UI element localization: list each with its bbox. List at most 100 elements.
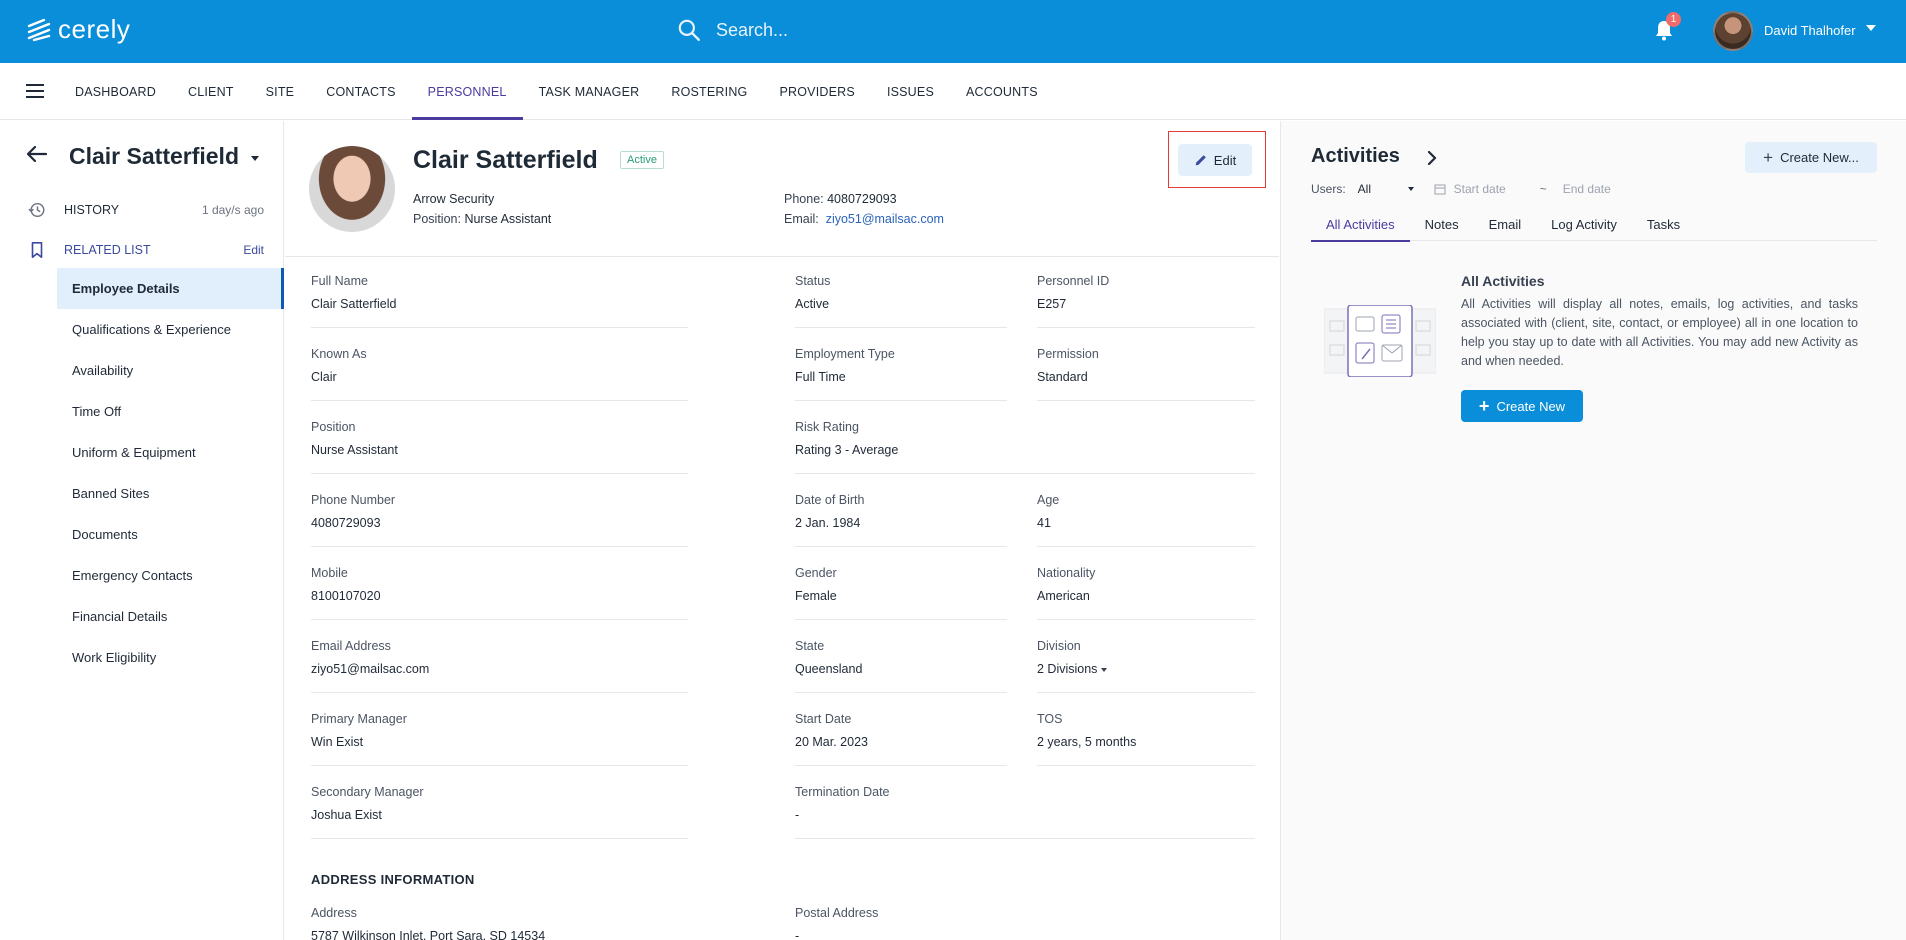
history-age: 1 day/s ago: [201, 203, 264, 217]
notification-count-badge: 1: [1666, 12, 1681, 27]
nav-site[interactable]: SITE: [250, 63, 311, 120]
calendar-icon: [1434, 184, 1446, 195]
field-label: Address: [311, 906, 357, 920]
sidebar-item-employee-details[interactable]: Employee Details: [57, 268, 284, 309]
field-value: 2 years, 5 months: [1037, 735, 1137, 749]
tab-email[interactable]: Email: [1474, 207, 1537, 241]
nav-issues[interactable]: ISSUES: [871, 63, 950, 120]
field-value: Rating 3 - Average: [795, 443, 899, 457]
create-new-button[interactable]: + Create New: [1461, 390, 1583, 422]
field-label: TOS: [1037, 712, 1063, 726]
field-label: Gender: [795, 566, 837, 580]
division-dropdown[interactable]: 2 Divisions: [1037, 662, 1255, 678]
field-value: -: [795, 929, 800, 940]
create-new-activity-label: Create New...: [1780, 150, 1859, 165]
address-section-heading: ADDRESS INFORMATION: [311, 872, 475, 887]
field-value: Clair: [311, 370, 337, 384]
field-full-name: Full Name Clair Satterfield: [311, 274, 688, 328]
history-icon: [28, 202, 45, 218]
field-value: 20 Mar. 2023: [795, 735, 868, 749]
field-postal-address: Postal Address -: [795, 906, 1255, 940]
email-label: Email:: [784, 212, 819, 226]
history-row[interactable]: HISTORY 1 day/s ago: [28, 201, 264, 219]
sidebar-item-work-eligibility[interactable]: Work Eligibility: [57, 637, 284, 678]
email-address-link[interactable]: ziyo51@mailsac.com: [311, 662, 688, 678]
nav-accounts[interactable]: ACCOUNTS: [950, 63, 1054, 120]
nav-task-manager[interactable]: TASK MANAGER: [523, 63, 656, 120]
field-label: Primary Manager: [311, 712, 407, 726]
field-value: 2 Jan. 1984: [795, 516, 861, 530]
field-value: Queensland: [795, 662, 863, 676]
field-gender: Gender Female: [795, 566, 1007, 620]
record-switch-caret-icon[interactable]: [251, 156, 259, 161]
field-personnel-id: Personnel ID E257: [1037, 274, 1255, 328]
edit-button-label: Edit: [1213, 152, 1237, 168]
users-filter-caret-icon[interactable]: [1407, 187, 1414, 191]
field-label: Start Date: [795, 712, 852, 726]
cerely-logo[interactable]: cerely: [26, 14, 130, 45]
tab-all-activities[interactable]: All Activities: [1311, 207, 1410, 242]
sidebar-item-banned-sites[interactable]: Banned Sites: [57, 473, 284, 514]
header-divider: [285, 256, 1279, 257]
user-name[interactable]: David Thalhofer: [1764, 23, 1856, 38]
nav-providers[interactable]: PROVIDERS: [764, 63, 871, 120]
field-value: Clair Satterfield: [311, 297, 397, 311]
hamburger-menu-icon[interactable]: [26, 84, 44, 98]
field-start-date: Start Date 20 Mar. 2023: [795, 712, 1007, 766]
create-new-activity-button[interactable]: + Create New...: [1745, 142, 1877, 173]
users-filter-select[interactable]: All: [1358, 182, 1408, 196]
global-search[interactable]: Search...: [676, 17, 788, 43]
related-list-edit-link[interactable]: Edit: [243, 243, 264, 257]
field-label: Personnel ID: [1037, 274, 1110, 288]
field-address: Address 5787 Wilkinson Inlet, Port Sara,…: [311, 906, 688, 940]
field-value: 8100107020: [311, 589, 381, 603]
start-date-input[interactable]: Start date: [1454, 182, 1506, 196]
sidebar-item-financial-details[interactable]: Financial Details: [57, 596, 284, 637]
end-date-input[interactable]: End date: [1563, 182, 1611, 196]
field-primary-manager: Primary Manager Win Exist: [311, 712, 688, 766]
user-avatar[interactable]: [1713, 11, 1753, 51]
user-menu-caret-icon[interactable]: [1866, 25, 1876, 31]
sidebar-item-qualifications[interactable]: Qualifications & Experience: [57, 309, 284, 350]
field-email-address: Email Address ziyo51@mailsac.com: [311, 639, 688, 693]
field-termination-date: Termination Date -: [795, 785, 1255, 839]
sidebar-item-uniform[interactable]: Uniform & Equipment: [57, 432, 284, 473]
field-label: Division: [1037, 639, 1081, 653]
edit-highlight-box: Edit: [1168, 131, 1266, 188]
field-label: Postal Address: [795, 906, 879, 920]
field-value: Joshua Exist: [311, 808, 382, 822]
tab-tasks[interactable]: Tasks: [1632, 207, 1695, 241]
nav-dashboard[interactable]: DASHBOARD: [59, 63, 172, 120]
field-secondary-manager: Secondary Manager Joshua Exist: [311, 785, 688, 839]
chevron-right-icon[interactable]: [1427, 151, 1437, 165]
nav-personnel[interactable]: PERSONNEL: [411, 63, 523, 120]
plus-icon: +: [1763, 147, 1774, 167]
logo-icon: [27, 18, 51, 41]
profile-email: Email: ziyo51@mailsac.com: [784, 212, 944, 226]
field-age: Age 41: [1037, 493, 1255, 547]
email-link[interactable]: ziyo51@mailsac.com: [826, 212, 944, 226]
field-value: -: [795, 808, 800, 822]
back-arrow-icon[interactable]: [26, 145, 48, 163]
field-division: Division 2 Divisions: [1037, 639, 1255, 693]
edit-button[interactable]: Edit: [1178, 144, 1252, 176]
nav-contacts[interactable]: CONTACTS: [310, 63, 411, 120]
field-permission: Permission Standard: [1037, 347, 1255, 401]
field-label: Nationality: [1037, 566, 1096, 580]
nav-rostering[interactable]: ROSTERING: [655, 63, 763, 120]
tab-log-activity[interactable]: Log Activity: [1536, 207, 1632, 241]
field-mobile: Mobile 8100107020: [311, 566, 688, 620]
search-placeholder[interactable]: Search...: [716, 20, 788, 41]
employee-details-panel: Clair Satterfield Active Arrow Security …: [285, 121, 1279, 940]
sidebar-item-documents[interactable]: Documents: [57, 514, 284, 555]
sidebar-item-availability[interactable]: Availability: [57, 350, 284, 391]
field-nationality: Nationality American: [1037, 566, 1255, 620]
sidebar-item-time-off[interactable]: Time Off: [57, 391, 284, 432]
sidebar-item-emergency-contacts[interactable]: Emergency Contacts: [57, 555, 284, 596]
nav-client[interactable]: CLIENT: [172, 63, 250, 120]
field-risk-rating: Risk Rating Rating 3 - Average: [795, 420, 1255, 474]
field-label: Mobile: [311, 566, 348, 580]
field-value: Win Exist: [311, 735, 364, 749]
phone-value: 4080729093: [827, 192, 897, 206]
tab-notes[interactable]: Notes: [1410, 207, 1474, 241]
